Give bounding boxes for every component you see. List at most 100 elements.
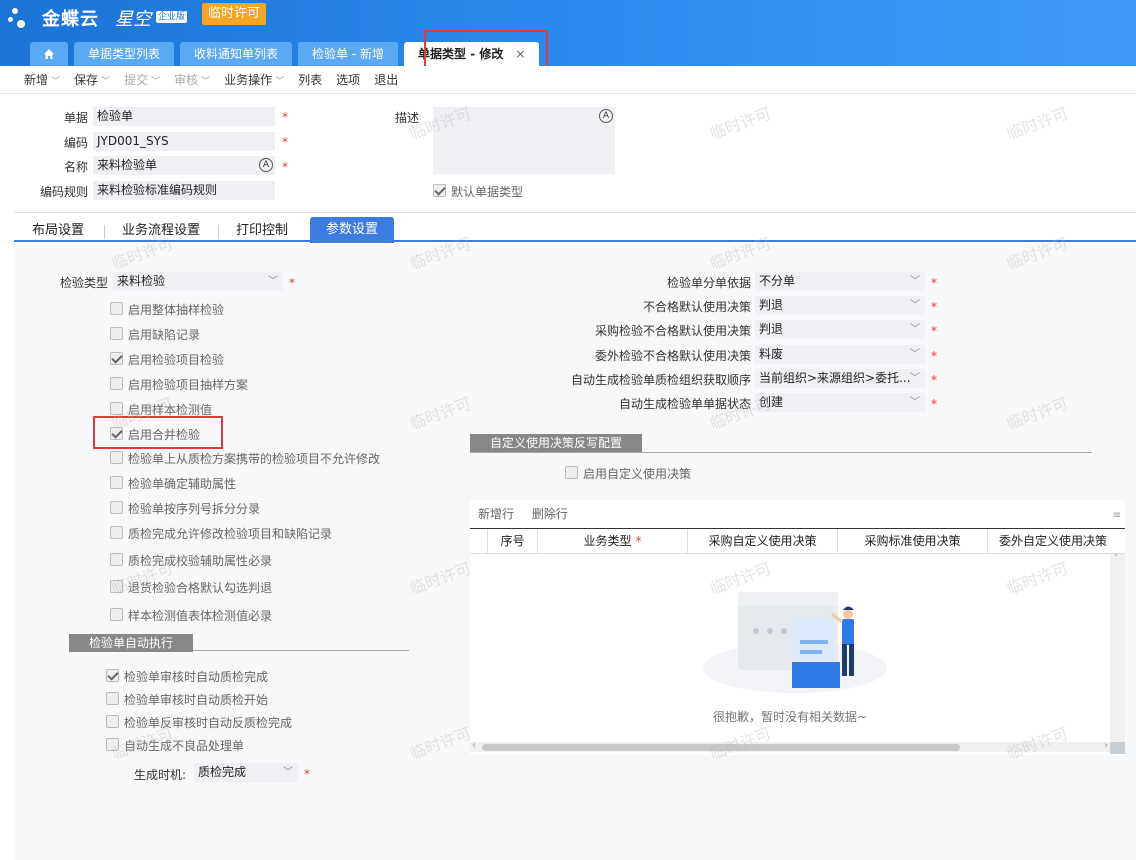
- param-label: 自动生成检验单单据状态: [618, 397, 751, 411]
- grid-col-purchase-custom[interactable]: 采购自定义使用决策: [688, 529, 838, 554]
- tab-params[interactable]: 参数设置: [310, 217, 395, 243]
- tab-divider: [218, 225, 219, 239]
- gen-time-value: 质检完成: [198, 765, 247, 779]
- vertical-scrollbar[interactable]: ˄: [1110, 554, 1125, 754]
- audit-label: 审核: [174, 73, 199, 87]
- rule-field[interactable]: 来料检验标准编码规则: [93, 181, 275, 200]
- custom-decision-checkbox[interactable]: [565, 466, 578, 479]
- option-checkbox[interactable]: [106, 669, 119, 682]
- required-mark: *: [289, 276, 295, 290]
- param-select[interactable]: 料废 ﹀: [755, 345, 925, 364]
- license-badge[interactable]: 临时许可: [202, 3, 267, 25]
- grid-col-outsource-custom[interactable]: 委外自定义使用决策: [988, 529, 1118, 554]
- param-select[interactable]: 创建 ﹀: [755, 393, 925, 412]
- required-mark: *: [931, 349, 937, 363]
- tab-print[interactable]: 打印控制: [236, 219, 288, 243]
- multilang-icon[interactable]: A: [259, 158, 273, 172]
- tab-inspection-new[interactable]: 检验单 - 新增: [298, 42, 398, 66]
- submit-label: 提交: [124, 73, 149, 87]
- option-label: 自动生成不良品处理单: [124, 739, 245, 753]
- grid-col-biztype[interactable]: 业务类型 *: [538, 529, 688, 554]
- grid-col-purchase-std[interactable]: 采购标准使用决策: [838, 529, 988, 554]
- settings-tabs: 布局设置 业务流程设置 打印控制 参数设置: [14, 212, 1136, 243]
- option-checkbox[interactable]: [110, 327, 123, 340]
- grid-settings-icon[interactable]: ≡: [1113, 510, 1121, 521]
- name-field[interactable]: 来料检验单: [93, 156, 275, 175]
- list-button[interactable]: 列表: [298, 71, 322, 88]
- param-select[interactable]: 当前组织>来源组织>委托... ﹀: [755, 369, 925, 388]
- param-select-value: 判退: [759, 298, 784, 312]
- option-checkbox[interactable]: [110, 451, 123, 464]
- exit-button[interactable]: 退出: [374, 71, 398, 88]
- option-checkbox[interactable]: [110, 377, 123, 390]
- chevron-right-icon[interactable]: ›: [1104, 740, 1108, 751]
- add-row-button[interactable]: 新增行: [478, 507, 514, 521]
- close-icon[interactable]: ×: [515, 47, 525, 61]
- tab-billtype-edit[interactable]: 单据类型 - 修改 ×: [404, 42, 540, 66]
- param-select[interactable]: 判退 ﹀: [755, 320, 925, 339]
- options-button[interactable]: 选项: [336, 71, 360, 88]
- option-checkbox[interactable]: [110, 580, 123, 593]
- default-type-checkbox[interactable]: [433, 184, 446, 197]
- option-label: 退货检验合格默认勾选判退: [128, 581, 273, 595]
- tab-workflow[interactable]: 业务流程设置: [122, 219, 200, 243]
- chevron-left-icon[interactable]: ‹: [472, 740, 476, 751]
- option-checkbox[interactable]: [106, 738, 119, 751]
- new-button[interactable]: 新增 ﹀: [24, 71, 60, 88]
- audit-button[interactable]: 审核 ﹀: [174, 71, 210, 88]
- delete-row-button[interactable]: 删除行: [532, 507, 568, 521]
- option-label: 检验单确定辅助属性: [128, 477, 237, 491]
- option-checkbox[interactable]: [110, 352, 123, 365]
- tab-divider: [104, 225, 105, 239]
- param-select-value: 料废: [759, 347, 784, 361]
- submit-button[interactable]: 提交 ﹀: [124, 71, 160, 88]
- multilang-icon[interactable]: A: [599, 109, 613, 123]
- option-checkbox[interactable]: [106, 715, 119, 728]
- business-ops-button[interactable]: 业务操作 ﹀: [224, 71, 284, 88]
- option-checkbox[interactable]: [110, 526, 123, 539]
- app-header: 金蝶云 星空 企业版 临时许可 单据类型列表 收料通知单列表 检验单 - 新增 …: [0, 0, 1136, 66]
- desc-field[interactable]: [433, 107, 615, 174]
- option-checkbox[interactable]: [110, 427, 123, 440]
- tab-receipt-list[interactable]: 收料通知单列表: [180, 42, 293, 66]
- scroll-corner: [1110, 742, 1125, 754]
- chevron-up-icon[interactable]: ˄: [1114, 554, 1119, 564]
- option-checkbox[interactable]: [110, 402, 123, 415]
- chevron-down-icon: ﹀: [101, 77, 111, 87]
- inspect-type-select[interactable]: 来料检验 ﹀: [113, 272, 283, 291]
- option-checkbox[interactable]: [110, 608, 123, 621]
- tab-layout[interactable]: 布局设置: [32, 219, 84, 243]
- param-select[interactable]: 不分单 ﹀: [755, 272, 925, 291]
- home-tab[interactable]: [30, 42, 68, 66]
- chevron-down-icon: ﹀: [910, 276, 920, 287]
- param-select-value: 不分单: [759, 274, 796, 288]
- option-checkbox[interactable]: [110, 501, 123, 514]
- grid-col-select[interactable]: [470, 529, 488, 554]
- grid-header: 序号 业务类型 * 采购自定义使用决策 采购标准使用决策 委外自定义使用决策: [470, 528, 1125, 554]
- option-checkbox[interactable]: [110, 476, 123, 489]
- auto-exec-section: 检验单自动执行: [69, 634, 194, 652]
- inspect-type-value: 来料检验: [117, 274, 166, 288]
- param-select-value: 当前组织>来源组织>委托...: [759, 371, 911, 385]
- doc-field[interactable]: 检验单: [93, 107, 275, 126]
- param-select[interactable]: 判退 ﹀: [755, 296, 925, 315]
- save-button[interactable]: 保存 ﹀: [74, 71, 110, 88]
- required-mark: *: [931, 373, 937, 387]
- option-checkbox[interactable]: [106, 692, 119, 705]
- tab-billtype-list[interactable]: 单据类型列表: [74, 42, 175, 66]
- option-checkbox[interactable]: [110, 302, 123, 315]
- new-label: 新增: [24, 73, 49, 87]
- param-label: 检验单分单依据: [666, 276, 751, 290]
- gen-time-select[interactable]: 质检完成 ﹀: [194, 763, 298, 782]
- chevron-down-icon: ﹀: [910, 300, 920, 311]
- grid-toolbar: 新增行 删除行: [478, 505, 582, 522]
- code-field[interactable]: JYD001_SYS: [93, 132, 275, 151]
- option-checkbox[interactable]: [110, 553, 123, 566]
- grid-col-seq[interactable]: 序号: [488, 529, 538, 554]
- required-mark: *: [282, 135, 288, 149]
- custom-decision-label: 启用自定义使用决策: [583, 467, 692, 481]
- horizontal-scrollbar[interactable]: ‹ ›: [470, 740, 1110, 752]
- logo-icon: [8, 6, 38, 30]
- param-select-value: 判退: [759, 322, 784, 336]
- horizontal-scrollbar-thumb[interactable]: [482, 744, 960, 751]
